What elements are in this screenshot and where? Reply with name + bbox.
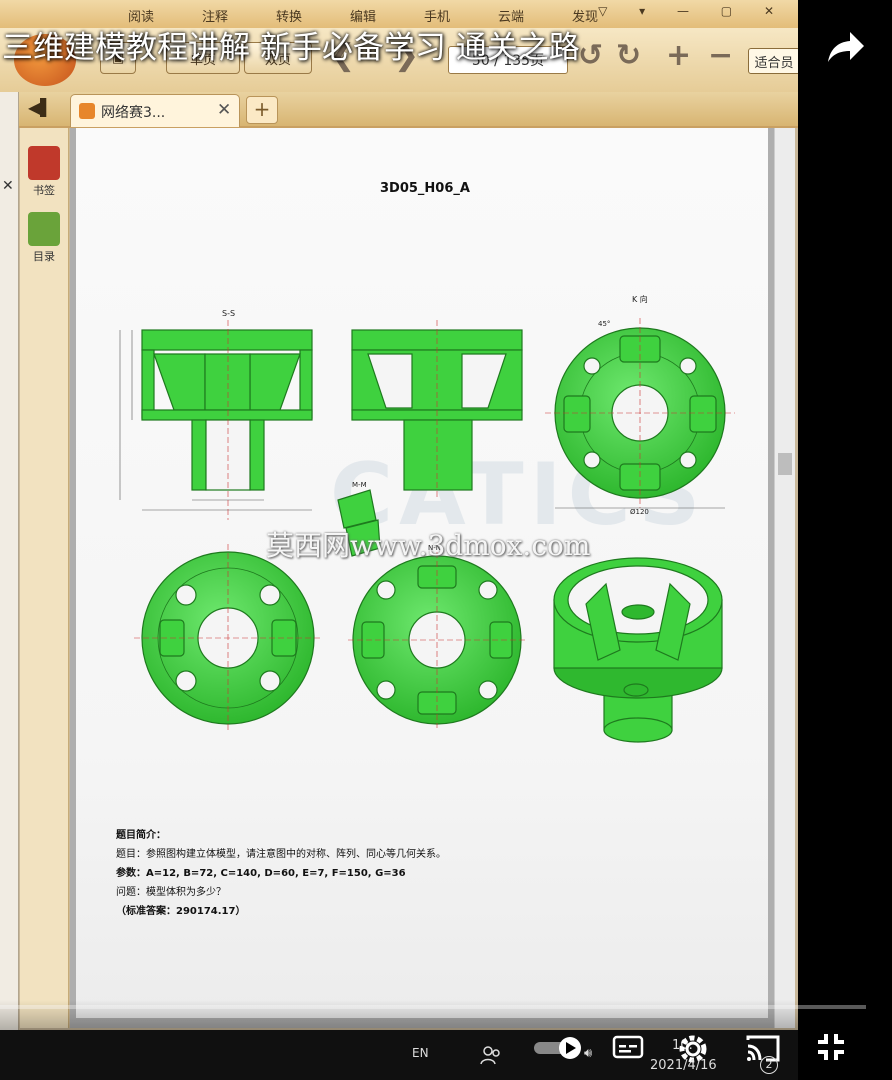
window-controls[interactable]: ▽ ▾ — ▢ ✕ bbox=[598, 4, 788, 18]
video-progress-bar[interactable] bbox=[0, 1005, 866, 1009]
video-title: 三维建模教程讲解 新手必备学习 通关之路 bbox=[2, 30, 580, 66]
scrollbar-thumb[interactable] bbox=[778, 453, 792, 475]
watermark-url: 莫西网www.3dmox.com bbox=[266, 529, 591, 562]
fit-page-button[interactable]: 适合员 bbox=[748, 48, 798, 74]
rotate-left-icon[interactable]: ↺ bbox=[578, 38, 603, 73]
tab-bar: ◀▌ 网络赛3... ✕ + bbox=[18, 92, 798, 128]
description-question: 问题：模型体积为多少？ bbox=[116, 887, 226, 898]
close-icon[interactable]: ✕ bbox=[2, 178, 14, 194]
drawing-id: 3D05_H06_A bbox=[380, 181, 470, 196]
description-task: 题目：参照图构建立体模型，请注意图中的对称、阵列、同心等几何关系。 bbox=[116, 849, 446, 860]
clock-date: 2021/4/16 bbox=[650, 1058, 717, 1073]
tab-document[interactable]: 网络赛3... ✕ bbox=[70, 94, 240, 127]
zoom-in-icon[interactable]: + bbox=[666, 38, 691, 73]
share-icon[interactable] bbox=[824, 24, 868, 68]
notification-badge[interactable]: 2 bbox=[760, 1056, 778, 1074]
left-panel-edge: ✕ bbox=[0, 92, 19, 1030]
exit-fullscreen-icon[interactable] bbox=[814, 1030, 848, 1064]
description-heading: 题目简介： bbox=[116, 830, 166, 841]
new-tab-button[interactable]: + bbox=[246, 96, 278, 124]
sidebar-item-label: 书签 bbox=[33, 184, 55, 197]
description-params: 参数：A=12, B=72, C=140, D=60, E=7, F=150, … bbox=[116, 868, 406, 879]
sidebar: 书签 目录 bbox=[20, 128, 69, 1028]
problem-description: 题目简介： 题目：参照图构建立体模型，请注意图中的对称、阵列、同心等几何关系。 … bbox=[116, 826, 716, 921]
volume-icon[interactable]: 🔊︎ bbox=[584, 1046, 592, 1061]
description-answer: （标准答案：290174.17） bbox=[116, 906, 246, 917]
sidebar-item-label: 目录 bbox=[33, 250, 55, 263]
vertical-scrollbar[interactable] bbox=[774, 128, 795, 1028]
zoom-out-icon[interactable]: − bbox=[708, 38, 733, 73]
people-icon[interactable] bbox=[480, 1044, 504, 1066]
back-arrow-icon[interactable]: ◀▌ bbox=[28, 98, 54, 120]
sidebar-item-toc[interactable]: 目录 bbox=[24, 212, 64, 264]
captions-icon[interactable] bbox=[612, 1034, 644, 1060]
toc-icon bbox=[28, 212, 60, 246]
bookmark-icon bbox=[28, 146, 60, 180]
tab-label: 网络赛3... bbox=[101, 105, 166, 121]
language-indicator[interactable]: EN bbox=[412, 1046, 429, 1060]
sidebar-item-bookmark[interactable]: 书签 bbox=[24, 146, 64, 198]
rotate-right-icon[interactable]: ↻ bbox=[616, 38, 641, 73]
close-icon[interactable]: ✕ bbox=[217, 100, 231, 120]
pdf-file-icon bbox=[79, 103, 95, 119]
autoplay-toggle-icon[interactable] bbox=[532, 1036, 584, 1060]
